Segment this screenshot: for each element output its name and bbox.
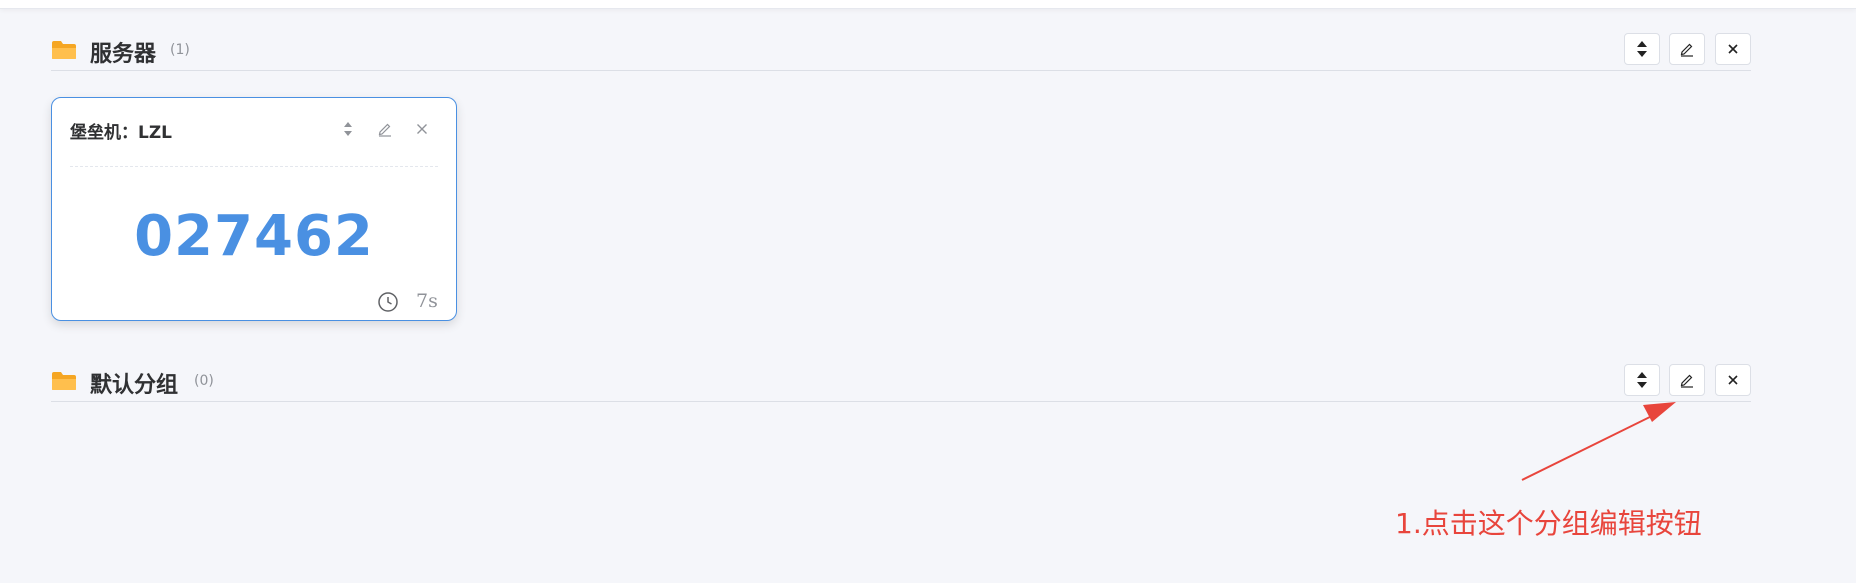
otp-code[interactable]: 027462 [52, 204, 456, 269]
edit-icon [1680, 43, 1693, 57]
delete-card-button[interactable] [411, 118, 433, 140]
folder-icon [52, 41, 76, 59]
sort-icon [1637, 372, 1647, 388]
close-icon [1728, 44, 1738, 54]
edit-icon [378, 123, 391, 137]
card-title: 堡垒机：LZL [70, 123, 172, 143]
close-icon [1728, 375, 1738, 385]
sort-icon [344, 122, 352, 136]
group-actions [1624, 33, 1751, 65]
otp-card[interactable]: 堡垒机：LZL 027462 7s [51, 97, 457, 321]
edit-card-button[interactable] [374, 118, 396, 140]
sort-card-button[interactable] [337, 118, 359, 140]
countdown-timer: 7s [416, 290, 438, 312]
group-title: 服务器 [90, 42, 157, 67]
edit-group-button[interactable] [1669, 364, 1705, 396]
card-divider [70, 166, 438, 167]
group-header-servers: 服务器 (1) [51, 30, 1751, 71]
sort-group-button[interactable] [1624, 364, 1660, 396]
group-header-default: 默认分组 (0) [51, 361, 1751, 402]
group-title: 默认分组 [90, 373, 179, 398]
group-actions [1624, 364, 1751, 396]
group-count: (1) [170, 42, 190, 58]
delete-group-button[interactable] [1715, 33, 1751, 65]
sort-group-button[interactable] [1624, 33, 1660, 65]
sort-icon [1637, 41, 1647, 57]
clock-icon [378, 292, 398, 312]
delete-group-button[interactable] [1715, 364, 1751, 396]
group-count: (0) [194, 373, 214, 389]
folder-icon [52, 372, 76, 390]
edit-icon [1680, 374, 1693, 388]
edit-group-button[interactable] [1669, 33, 1705, 65]
annotation-text: 1.点击这个分组编辑按钮 [1395, 507, 1702, 540]
close-icon [417, 124, 427, 134]
top-bar [0, 0, 1856, 9]
